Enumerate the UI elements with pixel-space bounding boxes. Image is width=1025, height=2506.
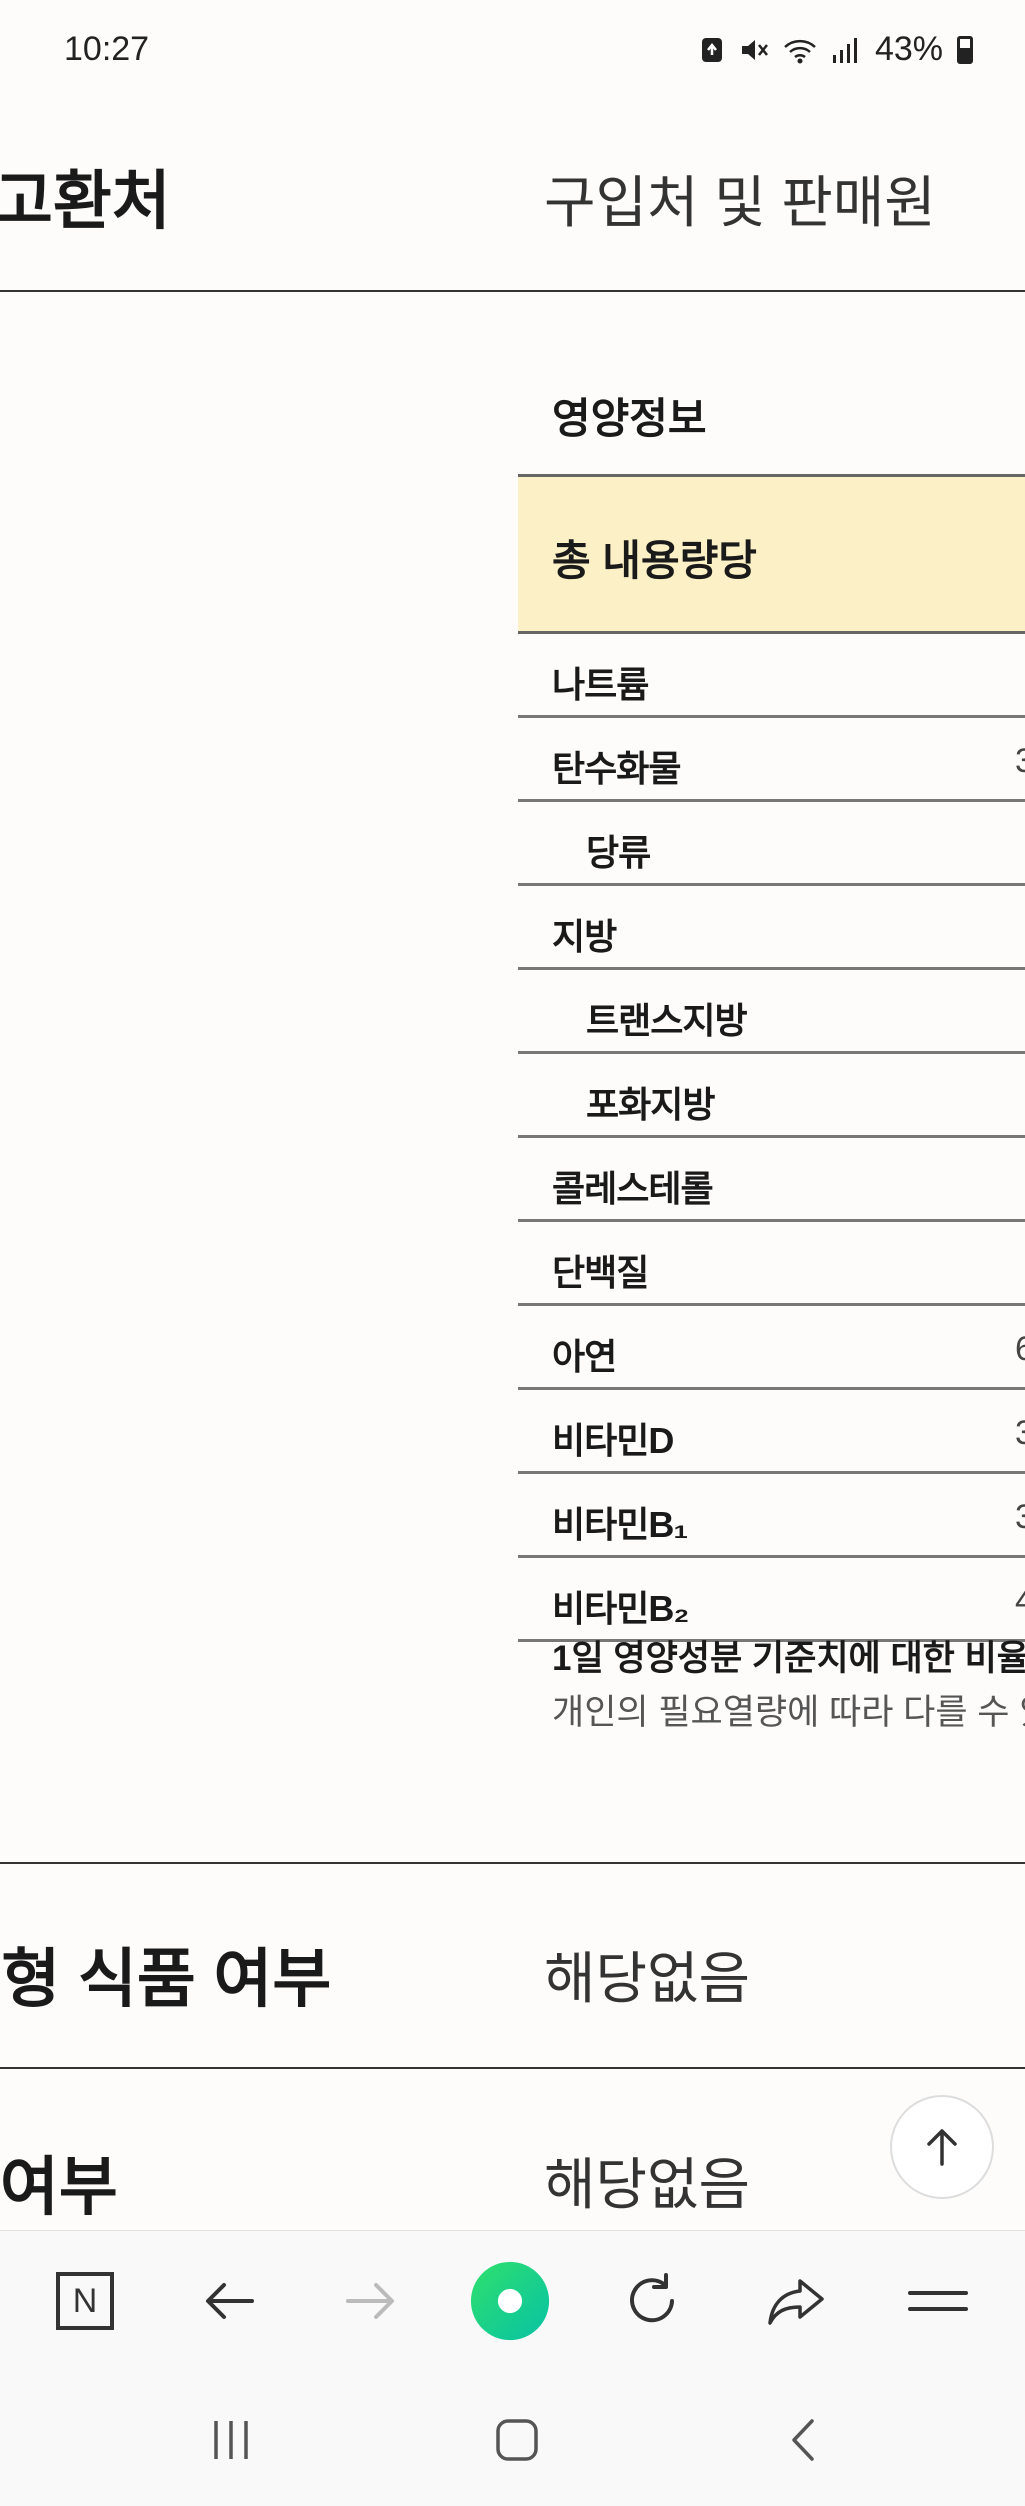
exchange-heading: 고환처 xyxy=(0,165,171,237)
status-time: 10:27 xyxy=(64,30,150,68)
wifi-icon xyxy=(784,39,816,63)
share-icon xyxy=(768,2279,824,2325)
nutrition-label: 아연 xyxy=(552,1336,617,1377)
nutrition-label: 콜레스테롤 xyxy=(552,1168,714,1209)
recent-apps-icon xyxy=(214,2421,248,2459)
nutrition-row: 단백질 xyxy=(518,1222,1025,1306)
nutrition-footnote: 1일 영양성분 기준치에 대한 비율(% xyxy=(552,1639,1025,1678)
signal-icon xyxy=(832,37,857,63)
nutrition-row: 트랜스지방 xyxy=(518,970,1025,1054)
nutrition-value: 3 xyxy=(1015,742,1025,780)
nutrition-row: 나트륨 xyxy=(518,634,1025,718)
arrow-left-icon xyxy=(206,2283,254,2319)
new-food-value: 해당없음 xyxy=(544,1947,751,2010)
last-value: 해당없음 xyxy=(544,2153,751,2216)
last-heading: 여부 xyxy=(0,2151,118,2223)
nutrition-row: 포화지방 xyxy=(518,1054,1025,1138)
new-food-heading: ]형 식품 여부 xyxy=(0,1943,332,2015)
system-back-button[interactable] xyxy=(760,2410,850,2470)
green-dot-button[interactable] xyxy=(470,2261,550,2341)
nutrition-row: 당류 xyxy=(518,802,1025,886)
nutrition-row: 비타민B₁ 3 xyxy=(518,1474,1025,1558)
nutrition-value: 4 xyxy=(1015,1582,1025,1620)
battery-icon xyxy=(957,35,973,64)
nutrition-value: 3 xyxy=(1015,1414,1025,1452)
nutrition-label: 나트륨 xyxy=(552,664,649,705)
nutrition-label: 포화지방 xyxy=(586,1084,715,1125)
nutrition-title: 영양정보 xyxy=(552,395,707,442)
status-icons: 43% xyxy=(699,30,973,69)
mute-icon xyxy=(741,39,768,60)
scroll-top-button[interactable] xyxy=(890,2095,994,2199)
forward-button[interactable] xyxy=(330,2261,410,2341)
battery-percent: 43% xyxy=(874,30,943,68)
home-icon xyxy=(496,2419,538,2461)
divider xyxy=(0,1862,1025,1864)
share-button[interactable] xyxy=(756,2261,836,2341)
nutrition-label: 탄수화물 xyxy=(552,748,681,789)
nutrition-label: 비타민B₁ xyxy=(552,1504,688,1545)
nutrition-label: 당류 xyxy=(586,832,651,873)
naver-home-button[interactable]: N xyxy=(45,2261,125,2341)
menu-button[interactable] xyxy=(898,2261,978,2341)
nutrition-label: 단백질 xyxy=(552,1252,649,1293)
reload-icon xyxy=(630,2273,674,2323)
system-navbar xyxy=(0,2370,1025,2506)
nutrition-row: 아연 6 xyxy=(518,1306,1025,1390)
arrow-right-icon xyxy=(346,2283,394,2319)
nutrition-value: 6 xyxy=(1015,1330,1025,1368)
browser-toolbar: N xyxy=(0,2230,1025,2371)
arrow-up-icon xyxy=(927,2129,957,2166)
exchange-value: 구입처 및 판매원 xyxy=(544,171,936,234)
recent-apps-button[interactable] xyxy=(186,2410,276,2470)
reload-button[interactable] xyxy=(612,2261,692,2341)
nutrition-value: 3 xyxy=(1015,1498,1025,1536)
divider xyxy=(0,290,1025,292)
divider xyxy=(0,2067,1025,2069)
home-button[interactable] xyxy=(472,2410,562,2470)
nutrition-label: 트랜스지방 xyxy=(586,1000,748,1041)
nutrition-footnote-sub: 개인의 필요열량에 따라 다를 수 있 xyxy=(552,1693,1025,1732)
menu-icon xyxy=(908,2291,968,2311)
chevron-left-icon xyxy=(792,2419,814,2461)
nutrition-row: 지방 xyxy=(518,886,1025,970)
green-dot-icon xyxy=(470,2261,550,2341)
nutrition-label: 지방 xyxy=(552,916,617,957)
nutrition-header-label: 총 내용량당 xyxy=(552,537,757,584)
sync-icon xyxy=(701,37,722,62)
nutrition-row: 콜레스테롤 xyxy=(518,1138,1025,1222)
back-button[interactable] xyxy=(190,2261,270,2341)
nutrition-row: 비타민D 3 xyxy=(518,1390,1025,1474)
nutrition-label: 비타민B₂ xyxy=(552,1588,689,1629)
nutrition-header: 총 내용량당 xyxy=(518,474,1025,634)
nutrition-label: 비타민D xyxy=(552,1420,674,1461)
nutrition-row: 탄수화물 3 xyxy=(518,718,1025,802)
naver-icon: N xyxy=(56,2272,114,2330)
